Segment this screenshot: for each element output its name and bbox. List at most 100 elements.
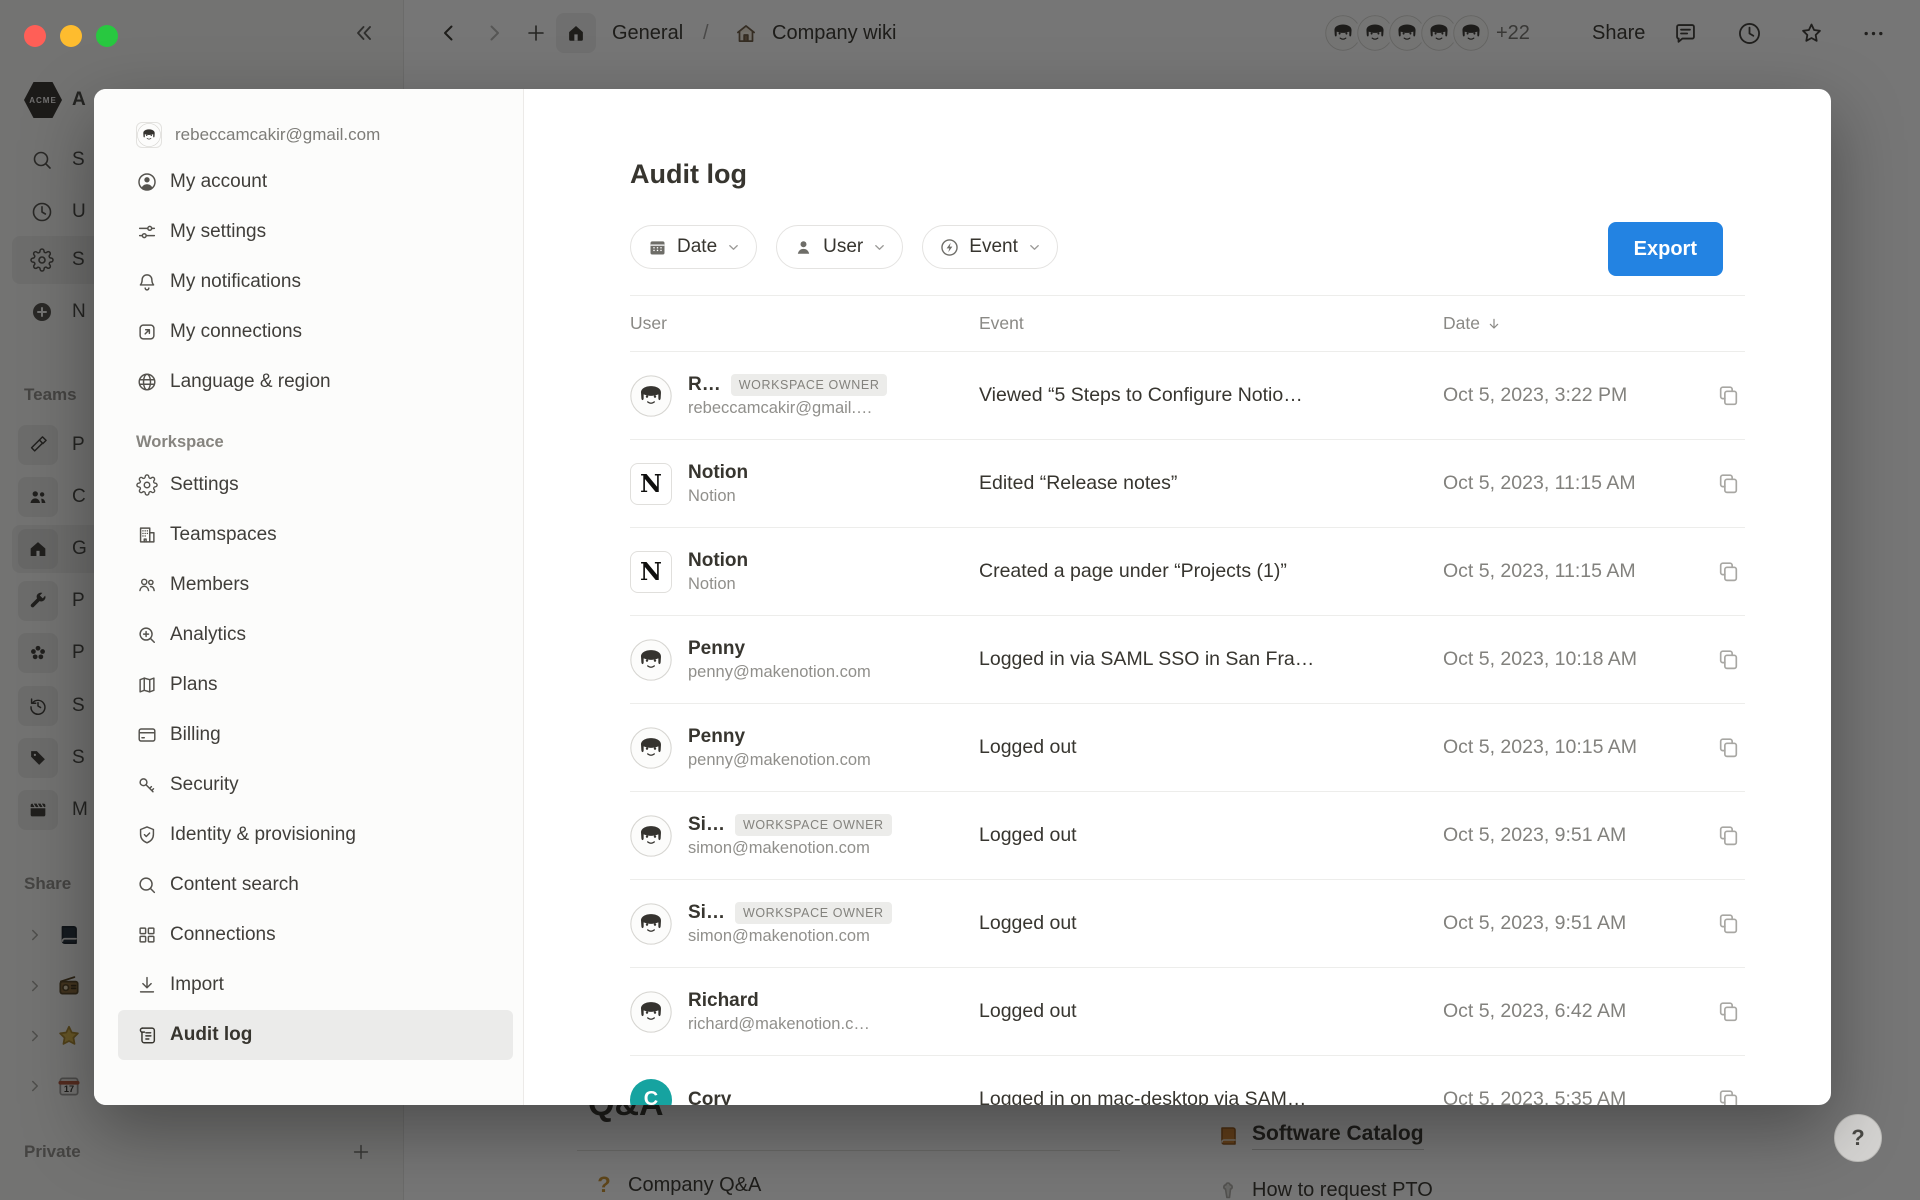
table-row[interactable]: Penny penny@makenotion.com Logged in via…: [630, 616, 1745, 704]
zoom-window-button[interactable]: [96, 25, 118, 47]
table-row[interactable]: Penny penny@makenotion.com Logged out Oc…: [630, 704, 1745, 792]
settings-menu-item[interactable]: Content search: [118, 860, 513, 910]
user-email: Notion: [688, 575, 748, 594]
chevron-down-icon: [726, 240, 741, 255]
settings-menu-item[interactable]: Plans: [118, 660, 513, 710]
user-email: simon@makenotion.com: [688, 839, 892, 858]
event-date: Oct 5, 2023, 3:22 PM: [1443, 384, 1627, 407]
notion-app-window: ACME A S U S N Teams P C G P P S S M Sha…: [0, 0, 1920, 1200]
event-cell: Logged in on mac-desktop via SAM…: [979, 1088, 1443, 1105]
workspace-section-header: Workspace: [136, 433, 523, 452]
user-cell: C Cory: [630, 1079, 979, 1106]
settings-menu-label: Members: [170, 574, 249, 596]
copy-icon[interactable]: [1716, 735, 1741, 760]
user-cell: R… WORKSPACE OWNER rebeccamcakir@gmail.…: [630, 374, 979, 418]
date-cell: Oct 5, 2023, 6:42 AM: [1443, 999, 1745, 1024]
user-cell: Si… WORKSPACE OWNER simon@makenotion.com: [630, 902, 979, 946]
filter-pill-event[interactable]: Event: [922, 225, 1058, 269]
copy-icon[interactable]: [1716, 647, 1741, 672]
copy-icon[interactable]: [1716, 823, 1741, 848]
gear-icon: [136, 474, 158, 496]
settings-menu-item[interactable]: My notifications: [118, 257, 513, 307]
copy-icon[interactable]: [1716, 471, 1741, 496]
filter-label: User: [823, 236, 863, 258]
user-name: Cory: [688, 1089, 731, 1106]
settings-menu-item[interactable]: Teamspaces: [118, 510, 513, 560]
account-header: rebeccamcakir@gmail.com: [94, 113, 523, 157]
table-row[interactable]: Si… WORKSPACE OWNER simon@makenotion.com…: [630, 792, 1745, 880]
copy-icon[interactable]: [1716, 911, 1741, 936]
date-cell: Oct 5, 2023, 5:35 AM: [1443, 1087, 1745, 1105]
minimize-window-button[interactable]: [60, 25, 82, 47]
search-icon: [136, 874, 158, 896]
user-name: Notion: [688, 550, 748, 572]
settings-menu-item[interactable]: Language & region: [118, 357, 513, 407]
settings-menu-label: Content search: [170, 874, 299, 896]
copy-icon[interactable]: [1716, 383, 1741, 408]
column-header-event[interactable]: Event: [979, 313, 1443, 334]
event-cell: Viewed “5 Steps to Configure Notio…: [979, 384, 1443, 407]
export-button[interactable]: Export: [1608, 222, 1723, 276]
date-cell: Oct 5, 2023, 11:15 AM: [1443, 559, 1745, 584]
avatar: [630, 727, 672, 769]
workspace-owner-badge: WORKSPACE OWNER: [735, 902, 892, 924]
settings-menu-item[interactable]: Audit log: [118, 1010, 513, 1060]
settings-menu-item[interactable]: Settings: [118, 460, 513, 510]
map-icon: [136, 674, 158, 696]
user-name: R…: [688, 374, 721, 396]
settings-menu-item[interactable]: Security: [118, 760, 513, 810]
settings-menu-item[interactable]: Billing: [118, 710, 513, 760]
sliders-icon: [136, 221, 158, 243]
import-icon: [136, 974, 158, 996]
members-icon: [136, 574, 158, 596]
table-body: R… WORKSPACE OWNER rebeccamcakir@gmail.……: [630, 352, 1745, 1105]
event-cell: Logged in via SAML SSO in San Fra…: [979, 648, 1443, 671]
event-date: Oct 5, 2023, 9:51 AM: [1443, 912, 1626, 935]
filter-pill-date[interactable]: Date: [630, 225, 757, 269]
settings-modal: rebeccamcakir@gmail.com My account My se…: [94, 89, 1831, 1105]
column-header-date[interactable]: Date: [1443, 313, 1745, 334]
settings-menu-item[interactable]: Analytics: [118, 610, 513, 660]
settings-menu-label: My settings: [170, 221, 266, 243]
user-email: rebeccamcakir@gmail.…: [688, 399, 887, 418]
close-window-button[interactable]: [24, 25, 46, 47]
avatar: [630, 375, 672, 417]
settings-menu-item[interactable]: My connections: [118, 307, 513, 357]
event-date: Oct 5, 2023, 10:15 AM: [1443, 736, 1637, 759]
table-row[interactable]: R… WORKSPACE OWNER rebeccamcakir@gmail.……: [630, 352, 1745, 440]
settings-menu-item[interactable]: Connections: [118, 910, 513, 960]
settings-menu-label: Language & region: [170, 371, 331, 393]
user-cell: Penny penny@makenotion.com: [630, 726, 979, 770]
grid-icon: [136, 924, 158, 946]
table-row[interactable]: Richard richard@makenotion.c… Logged out…: [630, 968, 1745, 1056]
settings-menu-item[interactable]: My settings: [118, 207, 513, 257]
event-date: Oct 5, 2023, 6:42 AM: [1443, 1000, 1626, 1023]
settings-menu-item[interactable]: My account: [118, 157, 513, 207]
user-email: richard@makenotion.c…: [688, 1015, 870, 1034]
account-menu: My account My settings My notifications …: [94, 157, 523, 407]
building-icon: [136, 524, 158, 546]
copy-icon[interactable]: [1716, 1087, 1741, 1105]
column-header-user[interactable]: User: [630, 313, 979, 334]
bolt-circle-icon: [939, 237, 960, 258]
window-controls: [24, 25, 118, 47]
bell-icon: [136, 271, 158, 293]
copy-icon[interactable]: [1716, 559, 1741, 584]
table-row[interactable]: N Notion Notion Created a page under “Pr…: [630, 528, 1745, 616]
settings-menu-item[interactable]: Import: [118, 960, 513, 1010]
settings-menu-item[interactable]: Members: [118, 560, 513, 610]
table-row[interactable]: N Notion Notion Edited “Release notes” O…: [630, 440, 1745, 528]
date-cell: Oct 5, 2023, 9:51 AM: [1443, 911, 1745, 936]
person-circle-icon: [136, 171, 158, 193]
settings-menu-label: Connections: [170, 924, 276, 946]
filter-pill-user[interactable]: User: [776, 225, 903, 269]
table-row[interactable]: C Cory Logged in on mac-desktop via SAM……: [630, 1056, 1745, 1105]
settings-menu-label: My account: [170, 171, 267, 193]
chevron-down-icon: [1027, 240, 1042, 255]
copy-icon[interactable]: [1716, 999, 1741, 1024]
table-row[interactable]: Si… WORKSPACE OWNER simon@makenotion.com…: [630, 880, 1745, 968]
settings-sidebar: rebeccamcakir@gmail.com My account My se…: [94, 89, 524, 1105]
settings-menu-item[interactable]: Identity & provisioning: [118, 810, 513, 860]
help-button[interactable]: ?: [1834, 1114, 1882, 1162]
event-date: Oct 5, 2023, 11:15 AM: [1443, 472, 1636, 495]
